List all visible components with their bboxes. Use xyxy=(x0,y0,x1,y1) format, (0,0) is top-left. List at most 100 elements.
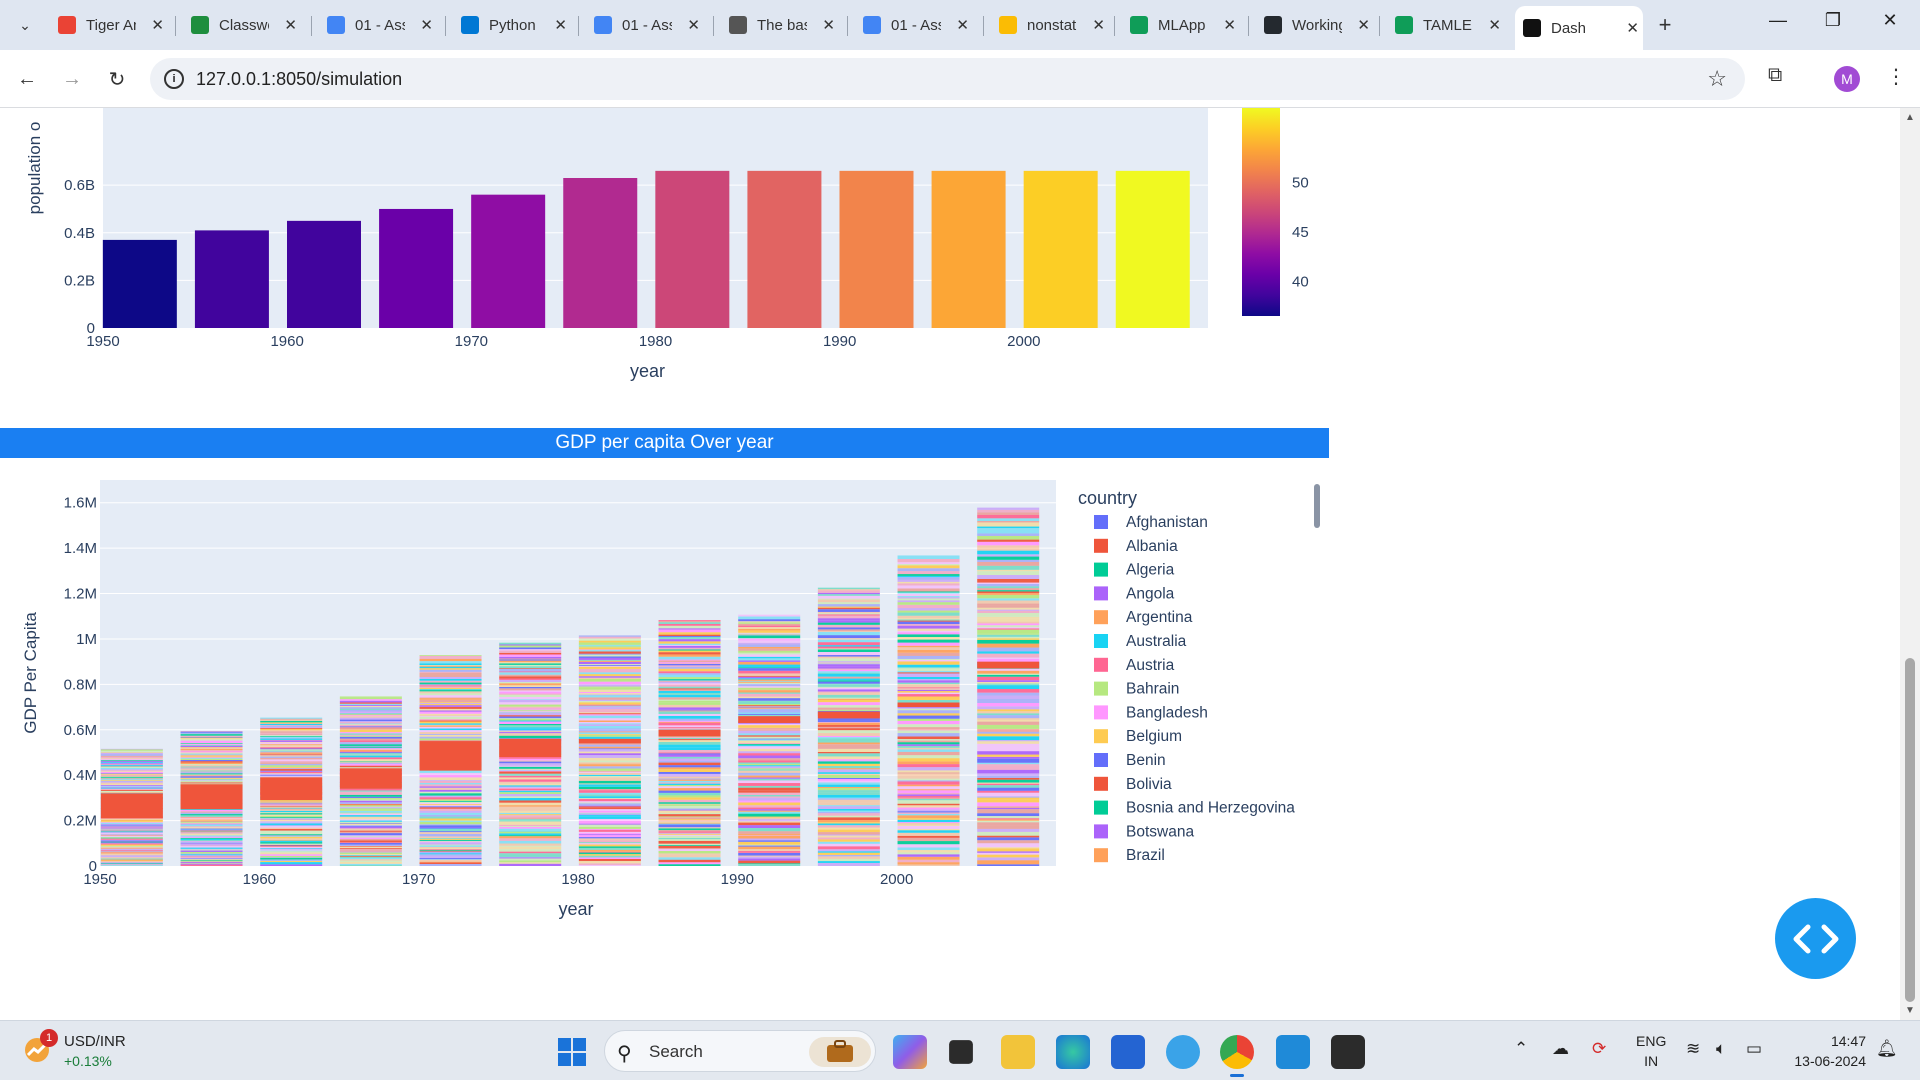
sync-icon[interactable]: ⟳ xyxy=(1592,1039,1606,1059)
country-segment xyxy=(658,702,721,705)
tab-close-icon[interactable]: ✕ xyxy=(1626,19,1639,37)
python-icon[interactable] xyxy=(1166,1035,1200,1069)
country-segment xyxy=(419,705,482,707)
reload-button[interactable]: ↻ xyxy=(102,64,132,94)
search-label: Search xyxy=(649,1042,703,1061)
clock[interactable]: 14:47 13-06-2024 xyxy=(1782,1031,1866,1071)
scroll-thumb[interactable] xyxy=(1905,658,1915,1002)
terminal-icon[interactable] xyxy=(1331,1035,1365,1069)
country-segment xyxy=(499,799,562,801)
browser-tab[interactable]: Python ✕ xyxy=(453,8,571,42)
tab-close-icon[interactable]: ✕ xyxy=(1488,16,1501,34)
battery-icon[interactable]: ▭ xyxy=(1746,1039,1762,1059)
notifications-bell-icon[interactable]: 🔔︎ xyxy=(1876,1039,1898,1059)
profile-avatar[interactable]: M xyxy=(1834,66,1860,92)
browser-tab[interactable]: The basics✕ xyxy=(721,8,839,42)
browser-menu-icon[interactable]: ⋮ xyxy=(1886,64,1906,89)
store-icon[interactable] xyxy=(1111,1035,1145,1069)
file-explorer-icon[interactable] xyxy=(1001,1035,1035,1069)
browser-tab[interactable]: Tiger Analytics✕ xyxy=(50,8,168,42)
tab-close-icon[interactable]: ✕ xyxy=(420,16,433,34)
page-scrollbar[interactable]: ▲ ▼ xyxy=(1900,108,1920,1020)
scroll-up-arrow[interactable]: ▲ xyxy=(1905,112,1915,123)
browser-tab[interactable]: Classwork✕ xyxy=(183,8,301,42)
scroll-down-arrow[interactable]: ▼ xyxy=(1905,1005,1915,1016)
forward-button[interactable]: → xyxy=(57,64,87,94)
windows-start-icon[interactable] xyxy=(557,1037,587,1067)
stock-widget[interactable]: 1 USD/INR +0.13% xyxy=(22,1029,162,1073)
tab-search-button[interactable]: ⌄ xyxy=(10,10,40,40)
browser-tab[interactable]: 01 - Assignment✕ xyxy=(586,8,704,42)
tab-close-icon[interactable]: ✕ xyxy=(284,16,297,34)
minimize-button[interactable]: — xyxy=(1758,10,1798,31)
legend-item[interactable]: Benin xyxy=(1094,752,1166,769)
country-segment xyxy=(738,700,801,702)
vscode-taskbar-icon[interactable] xyxy=(1276,1035,1310,1069)
legend-item[interactable]: Bosnia and Herzegovina xyxy=(1094,800,1295,817)
browser-tab[interactable]: Working ✕ xyxy=(1256,8,1374,42)
tray-chevron-icon[interactable]: ⌃ xyxy=(1514,1039,1528,1059)
site-info-icon[interactable]: i xyxy=(164,69,184,89)
browser-tab[interactable]: nonstationary✕ xyxy=(991,8,1109,42)
legend-item[interactable]: Belgium xyxy=(1094,728,1182,745)
tab-close-icon[interactable]: ✕ xyxy=(956,16,969,34)
country-segment xyxy=(817,780,880,783)
legend-item[interactable]: Argentina xyxy=(1094,609,1193,626)
language-indicator[interactable]: ENG IN xyxy=(1636,1031,1666,1071)
legend-item[interactable]: Albania xyxy=(1094,538,1178,555)
country-segment xyxy=(180,754,243,756)
legend-item[interactable]: Bolivia xyxy=(1094,776,1172,793)
legend-item[interactable]: Botswana xyxy=(1094,823,1194,840)
dash-debug-button[interactable] xyxy=(1775,898,1856,979)
extensions-icon[interactable]: ⧉ xyxy=(1768,64,1782,87)
tab-close-icon[interactable]: ✕ xyxy=(687,16,700,34)
address-bar[interactable]: i 127.0.0.1:8050/simulation ☆ xyxy=(150,58,1745,100)
edge-icon[interactable] xyxy=(1056,1035,1090,1069)
tab-close-icon[interactable]: ✕ xyxy=(1092,16,1105,34)
legend-item[interactable]: Angola xyxy=(1094,585,1175,602)
chrome-icon[interactable] xyxy=(1220,1035,1254,1077)
legend-item[interactable]: Algeria xyxy=(1094,562,1175,579)
tab-close-icon[interactable]: ✕ xyxy=(1357,16,1370,34)
legend-item[interactable]: Afghanistan xyxy=(1094,514,1208,531)
legend-scrollbar[interactable] xyxy=(1314,484,1320,528)
country-segment xyxy=(180,849,243,851)
browser-tab[interactable]: MLApp ✕ xyxy=(1122,8,1240,42)
country-segment xyxy=(260,835,323,837)
bookmark-star-icon[interactable]: ☆ xyxy=(1707,66,1727,92)
restore-button[interactable]: ❐ xyxy=(1813,10,1853,31)
legend-swatch xyxy=(1094,538,1108,553)
task-view-icon[interactable] xyxy=(949,1040,973,1064)
legend-item[interactable]: Brazil xyxy=(1094,847,1165,864)
tab-close-icon[interactable]: ✕ xyxy=(554,16,567,34)
browser-tab[interactable]: 01 - Assignment✕ xyxy=(319,8,437,42)
country-segment xyxy=(499,693,562,695)
legend-item[interactable]: Australia xyxy=(1094,633,1187,650)
country-segment xyxy=(578,753,641,756)
tab-close-icon[interactable]: ✕ xyxy=(822,16,835,34)
browser-tab[interactable]: Dash ✕ xyxy=(1515,6,1643,50)
volume-icon[interactable]: 🔈︎ xyxy=(1716,1039,1726,1059)
taskbar-search[interactable]: ⚲ Search xyxy=(604,1030,876,1072)
legend-item[interactable]: Bahrain xyxy=(1094,681,1179,698)
close-window-button[interactable]: ✕ xyxy=(1870,10,1910,31)
country-segment xyxy=(100,751,163,753)
country-segment xyxy=(738,648,801,651)
onedrive-icon[interactable]: ☁ xyxy=(1552,1039,1569,1059)
tab-close-icon[interactable]: ✕ xyxy=(151,16,164,34)
browser-tab[interactable]: TAMLE ✕ xyxy=(1387,8,1505,42)
wifi-icon[interactable]: ≋ xyxy=(1686,1039,1700,1059)
country-segment xyxy=(738,809,801,811)
legend-item[interactable]: Austria xyxy=(1094,657,1175,674)
country-segment xyxy=(260,762,323,764)
back-button[interactable]: ← xyxy=(12,64,42,94)
new-tab-button[interactable]: + xyxy=(1652,12,1678,38)
country-segment xyxy=(658,725,721,727)
legend-item[interactable]: Bangladesh xyxy=(1094,704,1208,721)
tab-close-icon[interactable]: ✕ xyxy=(1223,16,1236,34)
browser-tab[interactable]: 01 - Assignment✕ xyxy=(855,8,973,42)
country-segment xyxy=(419,702,482,703)
copilot-icon[interactable] xyxy=(893,1035,927,1069)
country-segment xyxy=(897,764,960,768)
country-segment xyxy=(419,682,482,685)
